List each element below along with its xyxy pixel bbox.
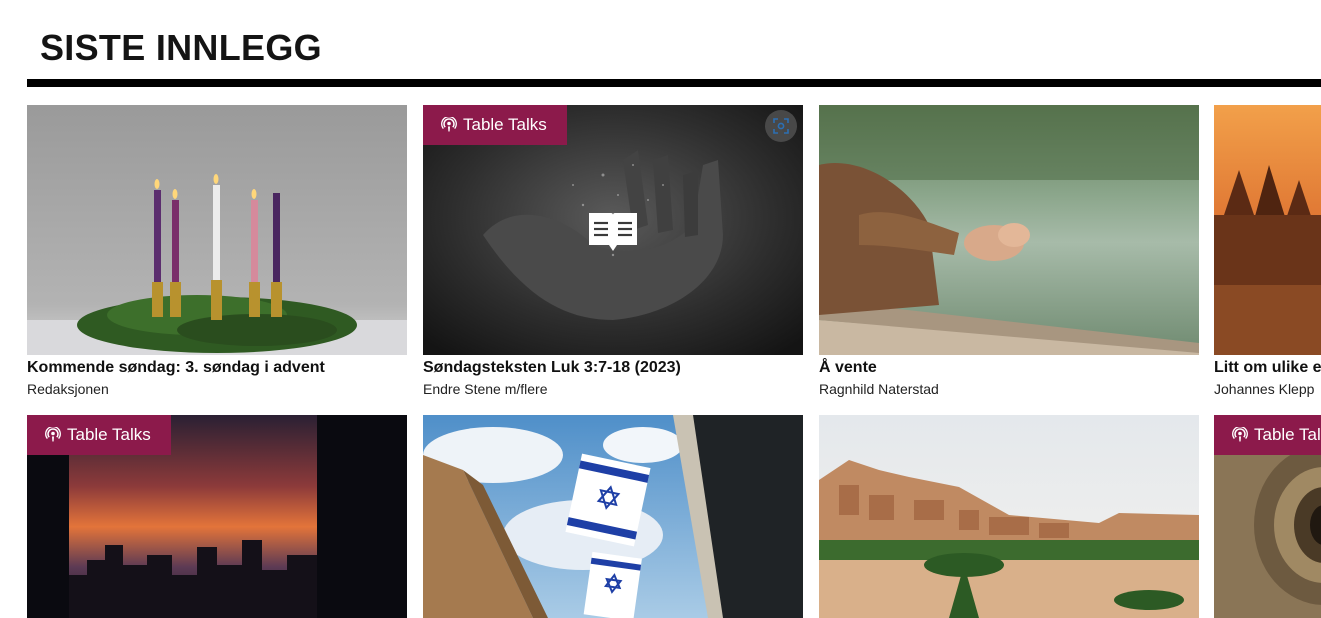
section-title: SISTE INNLEGG: [40, 27, 322, 68]
podcast-icon: [1232, 427, 1248, 442]
post-card[interactable]: Kommende søndag: 3. søndag i advent Reda…: [27, 105, 407, 397]
post-author: Johannes Klepp: [1214, 381, 1315, 397]
post-title[interactable]: Litt om ulike e: [1214, 359, 1321, 377]
open-book-icon: [589, 213, 637, 251]
focus-scan-icon: [773, 118, 789, 134]
israeli-flags-image: [423, 415, 803, 618]
post-card[interactable]: Table Tal: [1214, 415, 1321, 618]
post-image-sunset-forest[interactable]: [1214, 105, 1321, 355]
post-image-flags[interactable]: [423, 415, 803, 618]
title-divider: [27, 79, 1321, 87]
post-card[interactable]: [423, 415, 803, 618]
advent-candles-image: [27, 105, 407, 355]
badge-label: Table Talks: [463, 115, 547, 134]
post-image-desert[interactable]: [819, 415, 1199, 618]
page: SISTE INNLEGG Kommende søndag: 3. søndag…: [0, 0, 1321, 618]
post-author: Ragnhild Naterstad: [819, 381, 939, 397]
post-title[interactable]: Kommende søndag: 3. søndag i advent: [27, 359, 407, 377]
post-card[interactable]: Å vente Ragnhild Naterstad: [819, 105, 1199, 397]
post-title[interactable]: Søndagsteksten Luk 3:7-18 (2023): [423, 359, 803, 377]
post-author: Endre Stene m/flere: [423, 381, 548, 397]
post-card[interactable]: Table Talks: [27, 415, 407, 618]
post-card[interactable]: Litt om ulike e Johannes Klepp: [1214, 105, 1321, 397]
badge-label: Table Tal: [1254, 425, 1321, 444]
hands-by-lake-image: [819, 105, 1199, 355]
post-author: Redaksjonen: [27, 381, 109, 397]
post-image-rock-spiral[interactable]: Table Tal: [1214, 415, 1321, 618]
desert-village-image: [819, 415, 1199, 618]
podcast-icon: [441, 117, 457, 132]
post-title[interactable]: Å vente: [819, 359, 1199, 377]
sunset-forest-image: [1214, 105, 1321, 355]
podcast-icon: [45, 427, 61, 442]
table-talks-badge[interactable]: Table Tal: [1214, 415, 1321, 455]
post-image-advent-candles[interactable]: [27, 105, 407, 355]
table-talks-badge[interactable]: Table Talks: [423, 105, 567, 145]
post-card[interactable]: [819, 415, 1199, 618]
focus-scan-button[interactable]: [765, 110, 797, 142]
post-image-hand[interactable]: Table Talks: [423, 105, 803, 355]
table-talks-badge[interactable]: Table Talks: [27, 415, 171, 455]
post-image-city-sunset[interactable]: Table Talks: [27, 415, 407, 618]
post-card[interactable]: Table Talks Søndagsteksten Luk 3:7-18 (2…: [423, 105, 803, 397]
post-image-waiting[interactable]: [819, 105, 1199, 355]
badge-label: Table Talks: [67, 425, 151, 444]
